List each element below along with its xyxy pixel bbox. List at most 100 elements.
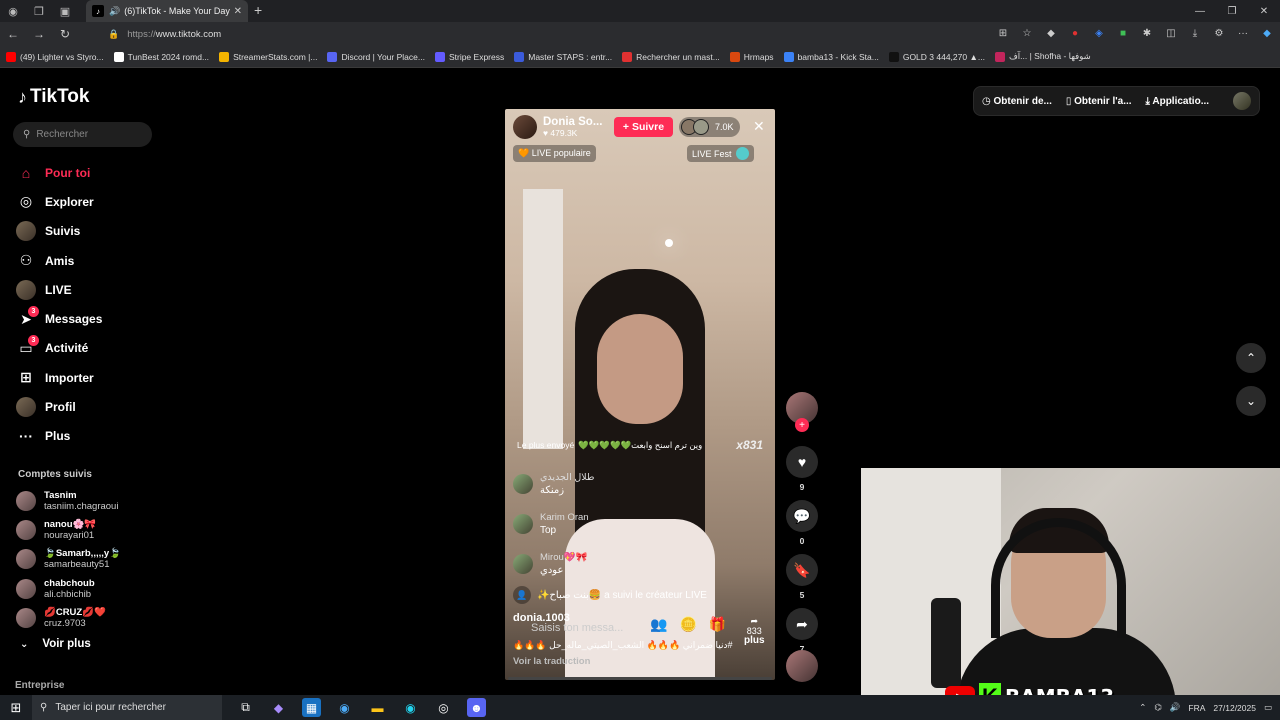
new-tab-icon[interactable]: + <box>254 2 262 18</box>
sidebar-item-amis[interactable]: ⚇ Amis <box>16 246 166 275</box>
next-creator-avatar[interactable] <box>786 650 818 682</box>
creator-avatar[interactable]: + <box>786 392 818 432</box>
downloads-icon[interactable]: ⤓ <box>1188 26 1202 40</box>
get-coins-button[interactable]: ◷ Obtenir de... <box>982 96 1052 107</box>
bookmark-item[interactable]: bamba13 - Kick Sta... <box>783 51 879 62</box>
scroll-up-icon[interactable]: ⌃ <box>1236 343 1266 373</box>
sidebar-item-explorer[interactable]: ◎ Explorer <box>16 187 166 216</box>
sidebar-item-plus[interactable]: ··· Plus <box>16 422 166 451</box>
extension-3-icon[interactable]: ◈ <box>1092 26 1106 40</box>
sidebar-item-pour-toi[interactable]: ⌂ Pour toi <box>16 158 166 187</box>
viewer-count[interactable]: 7.0K <box>679 117 740 137</box>
sidebar-item-importer[interactable]: ⊞ Importer <box>16 363 166 392</box>
bookmark-item[interactable]: Discord | Your Place... <box>327 51 425 62</box>
collections-icon[interactable]: ⚙ <box>1212 26 1226 40</box>
tiktok-logo[interactable]: ♪ TikTok <box>18 86 89 108</box>
discord-icon[interactable]: ☻ <box>467 698 486 717</box>
obs-icon[interactable]: ◎ <box>434 698 453 717</box>
application-button[interactable]: ⤓ Applicatio... <box>1146 96 1210 107</box>
split-screen-icon[interactable]: ◫ <box>1164 26 1178 40</box>
host-avatar[interactable] <box>513 115 537 139</box>
windows-start-icon[interactable]: ⊞ <box>0 700 32 716</box>
followed-account[interactable]: Tasnim tasniim.chagraoui <box>16 486 121 515</box>
share-icon[interactable]: ➦ <box>786 608 818 640</box>
sidebar-item-suivis[interactable]: Suivis <box>16 217 166 246</box>
chat-input[interactable]: Saisis ton messa... <box>531 622 623 634</box>
bookmark-item[interactable]: Master STAPS : entr... <box>514 51 612 62</box>
chat-message[interactable]: طلال الجديدي زمنكة <box>513 464 713 504</box>
followed-account[interactable]: nanou🌸🎀 nourayari01 <box>16 515 121 544</box>
translate-link[interactable]: Voir la traduction <box>513 656 590 667</box>
bookmark-item[interactable]: StreamerStats.com |... <box>219 51 317 62</box>
reload-icon[interactable]: ↻ <box>52 27 78 41</box>
store-icon[interactable]: ▦ <box>302 698 321 717</box>
profile-avatar[interactable] <box>1233 92 1251 110</box>
lock-icon[interactable]: 🔒 <box>108 29 119 40</box>
taskbar-search[interactable]: ⚲ Taper ici pour rechercher <box>32 695 222 720</box>
edge-active-icon[interactable]: ◉ <box>401 698 420 717</box>
favorite-star-icon[interactable]: ☆ <box>1020 26 1034 40</box>
bookmark-icon[interactable]: 🔖 <box>786 554 818 586</box>
explorer-icon[interactable]: ▬ <box>368 698 387 717</box>
more-button[interactable]: ➦ 833 plus <box>744 616 765 646</box>
bookmark-item[interactable]: Stripe Express <box>434 51 504 62</box>
gift-icon[interactable]: 🎁 <box>709 616 726 633</box>
coin-icon[interactable]: 🪙 <box>679 616 696 633</box>
browser-tab-tiktok[interactable]: ♪ 🔊 (6)TikTok - Make Your Day ✕ <box>86 0 248 22</box>
sidebar-item-activit-[interactable]: ▭ 3 Activité <box>16 334 166 363</box>
maximize-icon[interactable]: ❐ <box>1216 0 1248 22</box>
edge-icon[interactable]: ◉ <box>335 698 354 717</box>
window-close-icon[interactable]: ✕ <box>1248 0 1280 22</box>
like-action[interactable]: ♥ 9 <box>786 446 818 492</box>
live-stream-player[interactable]: Donia So... ♥ 479.3K + Suivre 7.0K ✕ 🧡 L… <box>505 109 775 680</box>
extension-1-icon[interactable]: ◆ <box>1044 26 1058 40</box>
extension-2-icon[interactable]: ● <box>1068 26 1082 40</box>
close-live-icon[interactable]: ✕ <box>753 118 765 135</box>
comment-icon[interactable]: 💬 <box>786 500 818 532</box>
task-view-icon[interactable]: ⧉ <box>236 698 255 717</box>
profile-icon[interactable]: ◉ <box>0 0 26 22</box>
followed-account[interactable]: 💋CRUZ💋❤️ cruz.9703 <box>16 604 121 633</box>
settings-more-icon[interactable]: ··· <box>1236 26 1250 40</box>
heart-icon[interactable]: ♥ <box>786 446 818 478</box>
tab-close-icon[interactable]: ✕ <box>234 6 242 17</box>
minimize-icon[interactable]: — <box>1184 0 1216 22</box>
app-available-icon[interactable]: ⊞ <box>996 26 1010 40</box>
live-fest-badge[interactable]: LIVE Fest <box>687 145 754 162</box>
follow-button[interactable]: + Suivre <box>614 117 673 137</box>
url-field[interactable]: 🔒 https:// www.tiktok.com <box>108 26 221 42</box>
chat-message[interactable]: Karim Oran Top <box>513 504 713 544</box>
clock[interactable]: 27/12/2025 <box>1213 703 1256 713</box>
sidebar-item-profil[interactable]: Profil <box>16 392 166 421</box>
speaker-icon[interactable]: 🔊 <box>109 6 120 17</box>
tab-actions-icon[interactable]: ▣ <box>52 0 78 22</box>
copilot-taskbar-icon[interactable]: ◆ <box>269 698 288 717</box>
notifications-icon[interactable]: ▭ <box>1264 702 1272 713</box>
bookmark-item[interactable]: (49) Lighter vs Styro... <box>6 51 104 62</box>
network-icon[interactable]: ⌬ <box>1154 702 1161 713</box>
extension-4-icon[interactable]: ■ <box>1116 26 1130 40</box>
bookmark-item[interactable]: Rechercher un mast... <box>622 51 720 62</box>
followed-account[interactable]: 🍃Samarb,,,,,y🍃 samarbeauty51 <box>16 545 121 574</box>
bookmark-item[interactable]: GOLD 3 444,270 ▲... <box>888 51 985 62</box>
voir-plus-button[interactable]: ⌄ Voir plus <box>20 638 91 650</box>
follow-plus-icon[interactable]: + <box>795 418 809 432</box>
team-icon[interactable]: 👥 <box>650 616 667 633</box>
followed-account[interactable]: chabchoub ali.chbichib <box>16 574 121 603</box>
bookmark-item[interactable]: Hrmaps <box>729 51 774 62</box>
sidebar-item-live[interactable]: LIVE <box>16 275 166 304</box>
sidebar-item-messages[interactable]: ➤ 3 Messages <box>16 304 166 333</box>
live-popular-badge[interactable]: 🧡 LIVE populaire <box>513 145 596 162</box>
bookmark-item[interactable]: آف... | Shofha - شوفها <box>994 51 1091 62</box>
share-action[interactable]: ➦ 7 <box>786 608 818 654</box>
search-input[interactable]: ⚲ Rechercher <box>13 122 152 147</box>
host-info[interactable]: Donia So... ♥ 479.3K <box>513 115 602 139</box>
back-icon[interactable]: ← <box>0 27 26 41</box>
extensions-icon[interactable]: ✱ <box>1140 26 1154 40</box>
get-app-button[interactable]: ▯ Obtenir l'a... <box>1066 96 1132 107</box>
language-indicator[interactable]: FRA <box>1188 703 1205 713</box>
volume-icon[interactable]: 🔊 <box>1170 702 1181 713</box>
copilot-icon[interactable]: ◆ <box>1260 26 1274 40</box>
workspaces-icon[interactable]: ❐ <box>26 0 52 22</box>
comment-action[interactable]: 💬 0 <box>786 500 818 546</box>
